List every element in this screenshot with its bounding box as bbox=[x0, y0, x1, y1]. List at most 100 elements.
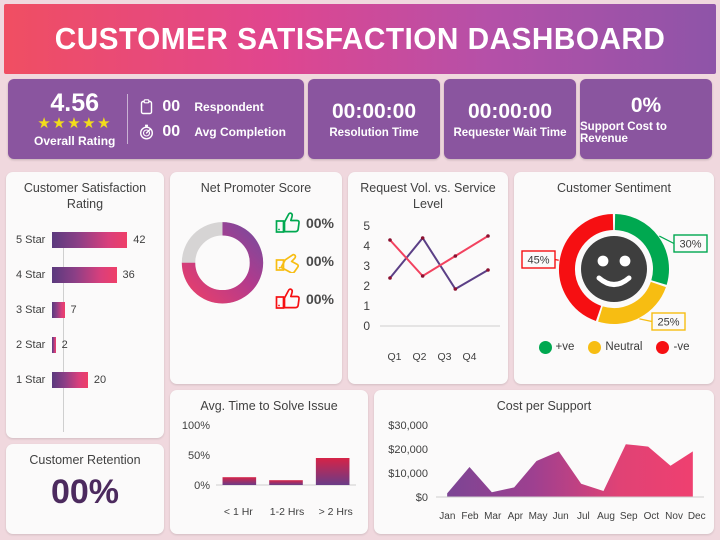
nps-detractor-row: 00% bbox=[275, 287, 334, 311]
kpi-resolution-time-card[interactable]: 00:00:00 Resolution Time bbox=[308, 79, 440, 159]
net-promoter-score-card[interactable]: Net Promoter Score 00% 00% 00% bbox=[170, 172, 342, 384]
rating-bar-fill bbox=[52, 336, 56, 353]
nps-donut-chart bbox=[181, 221, 264, 304]
avg-time-bar bbox=[315, 457, 350, 485]
rating-bar-row: 1 Star 20 bbox=[12, 362, 156, 397]
rating-bar-fill bbox=[52, 231, 128, 248]
line-data-point bbox=[420, 236, 425, 241]
nps-detractor-value: 00% bbox=[305, 290, 334, 307]
rating-bar-value: 20 bbox=[93, 373, 107, 386]
avg-time-title: Avg. Time to Solve Issue bbox=[200, 399, 338, 413]
cost-per-support-card[interactable]: Cost per Support $30,000 $20,000 $10,000 $0… bbox=[374, 390, 714, 534]
kpi-bar: 4.56 ★★★★★ Overall Rating 00 Respondent bbox=[8, 79, 712, 159]
rating-bar-fill bbox=[52, 301, 65, 318]
sentiment-legend-neutral: Neutral bbox=[588, 340, 643, 354]
customer-retention-title: Customer Retention bbox=[29, 453, 141, 467]
sentiment-legend-positive: +ve bbox=[538, 340, 575, 354]
customer-satisfaction-rating-card[interactable]: Customer Satisfaction Rating 5 Star 42 4 S… bbox=[6, 172, 164, 438]
rating-bar-label: 3 Star bbox=[16, 303, 46, 316]
overall-rating-value: 4.56 bbox=[50, 89, 100, 118]
cost-y-tick: $30,000 bbox=[388, 420, 428, 432]
avg-time-plot-wrap: 100% 50% 0% < 1 Hr 1-2 Hrs > 2 Hrs bbox=[170, 415, 368, 518]
stopwatch-icon bbox=[138, 124, 155, 140]
kpi-requester-wait-time-card[interactable]: 00:00:00 Requester Wait Time bbox=[444, 79, 576, 159]
positive-dot-icon bbox=[538, 340, 552, 354]
cost-y-tick: $10,000 bbox=[388, 468, 428, 480]
avg-time-bar bbox=[269, 479, 303, 485]
customer-retention-value: 00% bbox=[50, 472, 120, 511]
nps-title: Net Promoter Score bbox=[200, 181, 312, 195]
request-service-x-axis: Q1 Q2 Q3 Q4 bbox=[352, 351, 504, 363]
rating-bar-label: 2 Star bbox=[16, 338, 46, 351]
respondent-value: 00 bbox=[162, 97, 181, 115]
request-vol-service-level-card[interactable]: Request Vol. vs. Service Level 5 4 3 2 1 0 Q1… bbox=[348, 172, 508, 384]
resolution-time-value: 00:00:00 bbox=[331, 99, 417, 123]
line-data-point bbox=[486, 234, 490, 239]
avg-time-bar bbox=[222, 476, 257, 485]
line-data-point bbox=[420, 274, 425, 279]
requester-wait-time-label: Requester Wait Time bbox=[453, 127, 567, 140]
customer-sentiment-donut-chart: 30% 25% 45% bbox=[521, 213, 708, 331]
cost-x-tick: Dec bbox=[687, 510, 706, 522]
cost-x-tick: Feb bbox=[461, 510, 479, 522]
rating-bar-track: 2 bbox=[52, 336, 156, 353]
rating-bar-value: 2 bbox=[61, 338, 68, 351]
rating-bar-label: 5 Star bbox=[16, 233, 46, 246]
negative-label: -ve bbox=[673, 341, 690, 354]
cost-x-tick: Sep bbox=[619, 510, 638, 522]
cost-y-tick: $0 bbox=[416, 492, 428, 504]
line-chart-x-tick: Q4 bbox=[462, 351, 477, 364]
cost-x-tick: Nov bbox=[665, 510, 683, 522]
requester-wait-time-value: 00:00:00 bbox=[467, 99, 553, 123]
sentiment-callout-label: 30% bbox=[679, 238, 701, 250]
customer-retention-card[interactable]: Customer Retention 00% bbox=[6, 444, 164, 534]
rating-bar-label: 1 Star bbox=[16, 373, 46, 386]
avg-completion-label: Avg Completion bbox=[194, 124, 286, 139]
avg-time-bar-chart: 100% 50% 0% bbox=[182, 420, 356, 492]
support-cost-value: 0% bbox=[630, 93, 662, 117]
avg-time-x-axis: < 1 Hr 1-2 Hrs > 2 Hrs bbox=[178, 506, 360, 518]
avg-time-y-tick: 0% bbox=[194, 480, 210, 492]
page-title: CUSTOMER SATISFACTION DASHBOARD bbox=[54, 21, 666, 56]
cost-x-tick: Jan bbox=[439, 510, 456, 522]
cost-area-fill bbox=[447, 443, 693, 497]
cost-x-tick: Aug bbox=[597, 510, 615, 522]
line-chart-y-tick: 1 bbox=[363, 299, 370, 313]
negative-dot-icon bbox=[656, 340, 670, 354]
thumbs-down-icon bbox=[275, 287, 300, 309]
avg-time-to-solve-card[interactable]: Avg. Time to Solve Issue 100% 50% 0% < 1 H… bbox=[170, 390, 368, 534]
nps-legend: 00% 00% 00% bbox=[269, 211, 334, 311]
line-data-point bbox=[388, 238, 392, 243]
rating-bar-track: 20 bbox=[52, 371, 156, 388]
satisfaction-rating-bars: 5 Star 42 4 Star 36 3 Star 7 2 Star 2 1 Star 20 bbox=[6, 212, 164, 397]
nps-passive-row: 00% bbox=[275, 249, 334, 273]
satisfaction-rating-title: Customer Satisfaction Rating bbox=[23, 181, 147, 211]
line-chart-y-tick: 2 bbox=[363, 279, 370, 293]
clipboard-icon bbox=[138, 98, 155, 115]
nps-body: 00% 00% 00% bbox=[170, 197, 342, 319]
cost-per-support-area-chart: $30,000 $20,000 $10,000 $0 bbox=[388, 420, 704, 504]
cost-x-tick: Mar bbox=[484, 510, 502, 522]
positive-label: +ve bbox=[555, 341, 575, 354]
cost-y-tick: $20,000 bbox=[388, 444, 428, 456]
neutral-label: Neutral bbox=[605, 341, 643, 354]
rating-bar-label: 4 Star bbox=[16, 268, 46, 281]
respondent-label: Respondent bbox=[194, 99, 264, 114]
customer-sentiment-title: Customer Sentiment bbox=[557, 181, 671, 195]
nps-passive-value: 00% bbox=[305, 252, 334, 269]
rating-bar-fill bbox=[52, 266, 117, 283]
nps-promoter-value: 00% bbox=[305, 214, 334, 231]
kpi-support-cost-to-revenue-card[interactable]: 0% Support Cost to Revenue bbox=[580, 79, 712, 159]
resolution-time-label: Resolution Time bbox=[329, 127, 419, 140]
nps-promoter-row: 00% bbox=[275, 211, 334, 235]
kpi-avg-completion-row: 00 Avg Completion bbox=[138, 119, 286, 144]
kpi-overall-rating-card[interactable]: 4.56 ★★★★★ Overall Rating 00 Respondent bbox=[8, 79, 304, 159]
rating-bar-row: 5 Star 42 bbox=[12, 222, 156, 257]
star-rating-icons: ★★★★★ bbox=[37, 115, 113, 133]
rating-bar-fill bbox=[52, 371, 88, 388]
hand-neutral-icon bbox=[275, 253, 300, 273]
rating-bar-track: 7 bbox=[52, 301, 156, 318]
customer-sentiment-card[interactable]: Customer Sentiment 30% 25% 45% +ve Neutral… bbox=[514, 172, 714, 384]
overall-rating-block: 4.56 ★★★★★ Overall Rating bbox=[26, 90, 127, 148]
avg-completion-value: 00 bbox=[162, 122, 181, 140]
